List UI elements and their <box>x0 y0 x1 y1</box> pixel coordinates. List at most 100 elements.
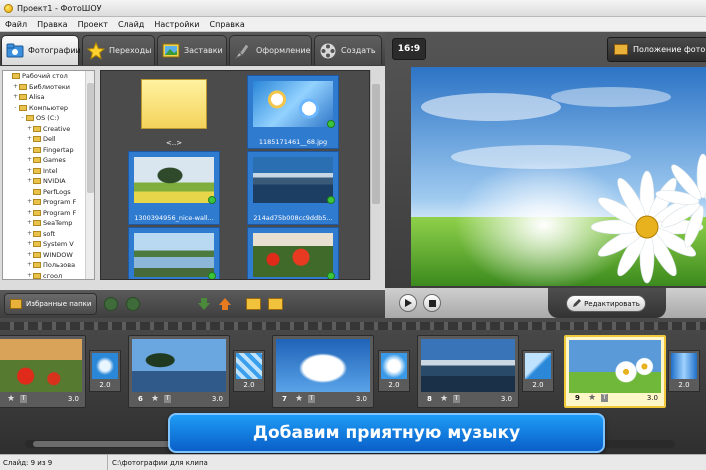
tab-intros[interactable]: Заставки <box>157 35 227 65</box>
tree-item[interactable]: + NVIDIA <box>3 176 94 187</box>
expand-icon[interactable]: + <box>26 260 33 271</box>
expand-icon[interactable]: + <box>26 208 33 219</box>
expand-icon[interactable]: + <box>26 166 33 177</box>
timeline-slide[interactable]: ★ T 3.0 <box>0 335 86 408</box>
slide-duration: 3.0 <box>355 395 367 403</box>
menu-file[interactable]: Файл <box>0 20 32 29</box>
grid-scroll-thumb[interactable] <box>372 84 380 204</box>
photo-item[interactable]: 1300394956_nice-wall... <box>128 151 220 225</box>
timeline-transition[interactable]: 2.0 <box>668 350 700 392</box>
add-folder-icon[interactable] <box>246 298 261 310</box>
expand-icon[interactable]: + <box>12 92 19 103</box>
expand-icon[interactable]: + <box>26 155 33 166</box>
timeline-slide[interactable]: 7 ★ T 3.0 <box>272 335 374 408</box>
arrow-up-icon[interactable] <box>218 297 232 311</box>
photo-position-button[interactable]: Положение фото <box>607 37 706 62</box>
folder-up-item[interactable]: <..> <box>141 79 207 151</box>
tree-scrollbar[interactable] <box>85 71 94 279</box>
tab-create[interactable]: Создать <box>314 35 382 65</box>
expand-icon[interactable]: + <box>12 82 19 93</box>
tree-item[interactable]: + Creative <box>3 124 94 135</box>
photo-item[interactable]: 1185171461__68.jpg <box>247 75 339 149</box>
expand-icon[interactable]: + <box>26 218 33 229</box>
tree-item[interactable]: + Fingertap <box>3 145 94 156</box>
expand-icon[interactable]: + <box>26 271 33 280</box>
tree-item[interactable]: + Пользова <box>3 260 94 271</box>
tree-item[interactable]: + Dell <box>3 134 94 145</box>
collapse-icon[interactable]: - <box>19 113 26 124</box>
status-bar: Слайд: 9 из 9 C:\фотографии для клипа <box>0 454 706 470</box>
edit-button[interactable]: Редактировать <box>566 295 646 312</box>
tree-item-label: soft <box>43 229 56 238</box>
stop-button[interactable] <box>423 294 441 312</box>
tree-item-label: SeaTemp <box>43 219 73 227</box>
back-icon[interactable] <box>104 297 118 311</box>
photo-item[interactable] <box>247 227 339 279</box>
tree-item[interactable]: + Games <box>3 155 94 166</box>
open-folder-icon[interactable] <box>268 298 283 310</box>
tree-item[interactable]: + soft <box>3 229 94 240</box>
tab-transitions[interactable]: Переходы <box>82 35 155 65</box>
forward-icon[interactable] <box>126 297 140 311</box>
expand-icon[interactable]: + <box>26 250 33 261</box>
menu-settings[interactable]: Настройки <box>149 20 204 29</box>
timeline-transition[interactable]: 2.0 <box>522 350 554 392</box>
tree-item[interactable]: + SeaTemp <box>3 218 94 229</box>
grid-scrollbar[interactable] <box>370 70 380 280</box>
menu-edit[interactable]: Правка <box>32 20 72 29</box>
expand-icon[interactable]: + <box>26 197 33 208</box>
timeline-transition[interactable]: 2.0 <box>89 350 121 392</box>
expand-icon[interactable]: + <box>26 134 33 145</box>
tree-item[interactable]: PerfLogs <box>3 187 94 198</box>
tree-item[interactable]: - Компьютер <box>3 103 94 114</box>
timeline-transition[interactable]: 2.0 <box>233 350 265 392</box>
tree-item-label: Alisa <box>29 93 45 101</box>
folder-tree[interactable]: Рабочий стол + Библиотеки + Alisa - Компьютер -… <box>2 70 95 280</box>
aspect-ratio-button[interactable]: 16:9 <box>392 38 426 60</box>
tree-item-label: WINDOW <box>43 250 73 259</box>
tree-item[interactable]: + Intel <box>3 166 94 177</box>
arrow-down-icon[interactable] <box>197 297 211 311</box>
tree-item[interactable]: + WINDOW <box>3 250 94 261</box>
tree-item[interactable]: + сгоол <box>3 271 94 280</box>
menu-project[interactable]: Проект <box>73 20 113 29</box>
play-button[interactable] <box>399 294 417 312</box>
expand-icon[interactable]: + <box>26 145 33 156</box>
collapse-icon[interactable]: - <box>12 103 19 114</box>
expand-icon[interactable]: + <box>26 176 33 187</box>
tree-item[interactable]: - OS (C:) <box>3 113 94 124</box>
used-check-icon <box>208 196 216 204</box>
transition-thumbnail <box>381 353 407 379</box>
tree-item-label: Компьютер <box>29 103 68 112</box>
tree-item[interactable]: + Alisa <box>3 92 94 103</box>
timeline-scroll-thumb[interactable] <box>33 441 173 447</box>
tree-item-label: Пользова <box>43 261 76 269</box>
tree-item[interactable]: + System V <box>3 239 94 250</box>
menu-slide[interactable]: Слайд <box>113 20 149 29</box>
tab-design[interactable]: Оформление <box>229 35 312 65</box>
tree-item[interactable]: + Библиотеки <box>3 82 94 93</box>
photo-thumbnail <box>253 81 333 127</box>
tree-item[interactable]: Рабочий стол <box>3 71 94 82</box>
expand-icon[interactable]: + <box>26 124 33 135</box>
photo-item[interactable]: 214ad75b008cc9ddb5... <box>247 151 339 225</box>
timeline-slide-selected[interactable]: 9 ★ T 3.0 <box>564 335 666 408</box>
tree-item-label: NVIDIA <box>43 177 66 185</box>
favorites-button[interactable]: Избранные папки <box>4 293 97 315</box>
expand-icon[interactable]: + <box>26 239 33 250</box>
menu-help[interactable]: Справка <box>205 20 250 29</box>
tree-item-label: Dell <box>43 135 56 143</box>
star-icon: ★ <box>295 394 304 404</box>
tab-photos[interactable]: Фотографии <box>1 35 81 65</box>
timeline-transition[interactable]: 2.0 <box>378 350 410 392</box>
timeline-slide[interactable]: 8 ★ T 3.0 <box>417 335 519 408</box>
folder-icon <box>33 199 41 206</box>
photo-thumbnail <box>253 157 333 203</box>
photo-item[interactable] <box>128 227 220 279</box>
menu-bar: Файл Правка Проект Слайд Настройки Справ… <box>0 17 706 32</box>
tree-item[interactable]: + Program F <box>3 208 94 219</box>
expand-icon[interactable]: + <box>26 229 33 240</box>
tree-item[interactable]: + Program F <box>3 197 94 208</box>
tree-scroll-thumb[interactable] <box>87 83 94 193</box>
timeline-slide[interactable]: 6 ★ T 3.0 <box>128 335 230 408</box>
